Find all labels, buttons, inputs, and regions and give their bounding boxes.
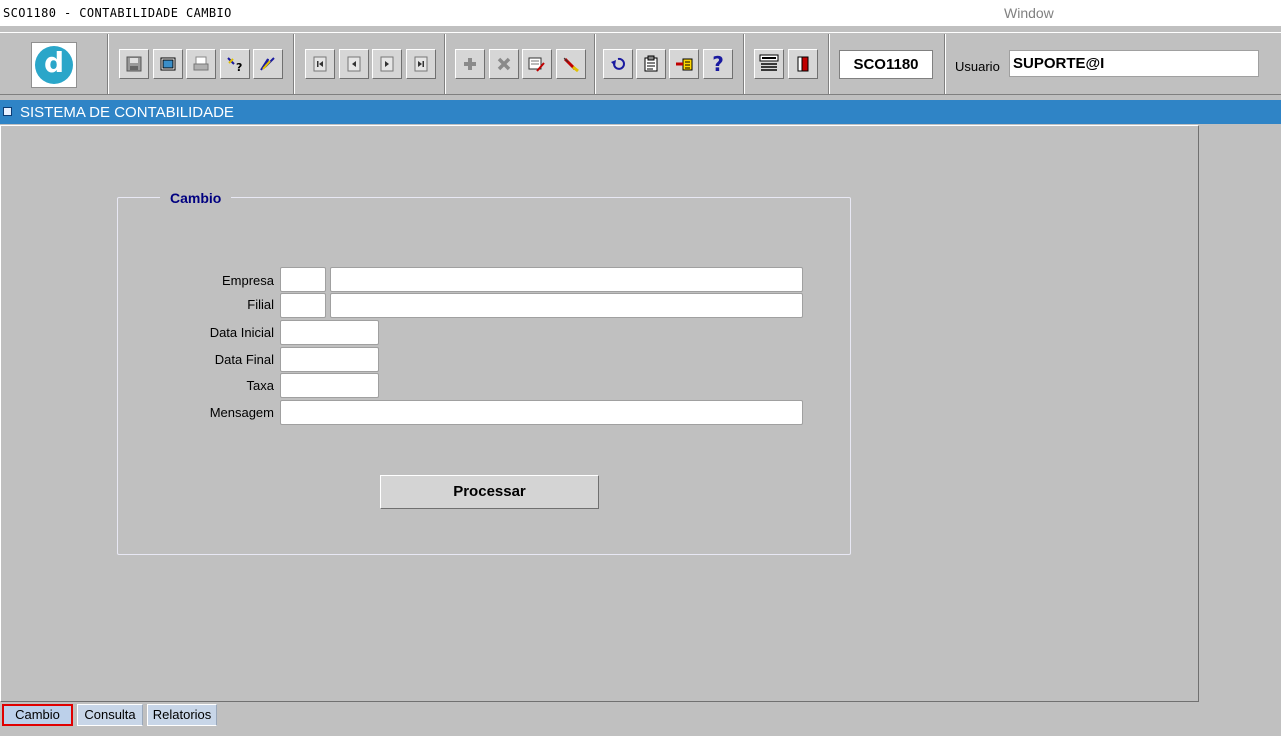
filial-code-field[interactable]: [280, 293, 326, 318]
window-icon: [160, 57, 176, 71]
first-record-button[interactable]: [305, 49, 335, 79]
form-canvas: Cambio Empresa Filial Data Inicial Data …: [0, 125, 1199, 702]
delete-record-icon: [497, 57, 511, 71]
toolbar-separator: [828, 34, 830, 94]
clear-icon: [563, 57, 579, 73]
save-button[interactable]: [119, 49, 149, 79]
toolbar-separator: [944, 34, 946, 94]
frame-title: Cambio: [160, 190, 232, 206]
app-title: SCO1180 - CONTABILIDADE CAMBIO: [3, 6, 232, 20]
save-icon: [126, 56, 142, 72]
section-title: SISTEMA DE CONTABILIDADE: [20, 104, 234, 121]
tab-relatorios[interactable]: Relatorios: [147, 704, 217, 726]
data-final-label: Data Final: [214, 352, 274, 367]
taxa-label: Taxa: [246, 378, 274, 393]
toolbar: d ? ? SCO1180 Usuario SUPORTE@I: [0, 32, 1281, 95]
section-bar: SISTEMA DE CONTABILIDADE: [0, 100, 1281, 124]
execute-query-icon: [260, 57, 275, 71]
first-record-icon: [313, 56, 327, 72]
exit-button[interactable]: [788, 49, 818, 79]
query-help-icon: ?: [227, 57, 242, 73]
last-record-icon: [414, 56, 428, 72]
taxa-field[interactable]: [280, 373, 379, 398]
lov-icon: [676, 58, 693, 71]
toolbar-separator: [743, 34, 745, 94]
insert-record-button[interactable]: [455, 49, 485, 79]
next-record-button[interactable]: [372, 49, 402, 79]
form-code: SCO1180: [839, 50, 933, 79]
toolbar-separator: [594, 34, 596, 94]
previous-record-icon: [347, 56, 361, 72]
logo-mark: d: [35, 46, 73, 84]
insert-record-icon: [464, 58, 476, 70]
undo-button[interactable]: [603, 49, 633, 79]
clipboard-button[interactable]: [636, 49, 666, 79]
usuario-label: Usuario: [955, 59, 1000, 74]
title-bar: SCO1180 - CONTABILIDADE CAMBIO Window: [0, 0, 1281, 26]
edit-record-button[interactable]: [522, 49, 552, 79]
mensagem-label: Mensagem: [209, 405, 274, 420]
next-record-icon: [380, 56, 394, 72]
clipboard-icon: [644, 55, 658, 72]
last-record-button[interactable]: [406, 49, 436, 79]
window-button[interactable]: [153, 49, 183, 79]
toolbar-separator: [293, 34, 295, 94]
menu-icon: [759, 54, 779, 71]
tab-consulta[interactable]: Consulta: [77, 704, 143, 726]
svg-text:?: ?: [236, 61, 242, 73]
tab-cambio[interactable]: Cambio: [2, 704, 73, 726]
help-button[interactable]: ?: [703, 49, 733, 79]
undo-icon: [611, 57, 625, 70]
clear-button[interactable]: [556, 49, 586, 79]
mensagem-field[interactable]: [280, 400, 803, 425]
print-icon: [193, 56, 209, 71]
delete-record-button[interactable]: [489, 49, 519, 79]
data-inicial-field[interactable]: [280, 320, 379, 345]
data-final-field[interactable]: [280, 347, 379, 372]
data-inicial-label: Data Inicial: [209, 325, 274, 340]
filial-name-field[interactable]: [330, 293, 803, 318]
filial-label: Filial: [247, 297, 274, 312]
previous-record-button[interactable]: [339, 49, 369, 79]
query-help-button[interactable]: ?: [220, 49, 250, 79]
window-menu[interactable]: Window: [1004, 5, 1054, 21]
menu-button[interactable]: [754, 49, 784, 79]
toolbar-separator: [444, 34, 446, 94]
company-logo: d: [31, 42, 77, 88]
help-icon: ?: [712, 52, 724, 76]
empresa-code-field[interactable]: [280, 267, 326, 292]
section-icon: [3, 107, 12, 116]
empresa-name-field[interactable]: [330, 267, 803, 292]
execute-query-button[interactable]: [253, 49, 283, 79]
exit-icon: [797, 56, 809, 72]
usuario-field[interactable]: SUPORTE@I: [1009, 50, 1259, 77]
empresa-label: Empresa: [221, 273, 274, 288]
lov-button[interactable]: [669, 49, 699, 79]
edit-record-icon: [528, 57, 545, 72]
processar-button[interactable]: Processar: [380, 475, 599, 509]
toolbar-separator: [107, 34, 109, 94]
print-button[interactable]: [186, 49, 216, 79]
